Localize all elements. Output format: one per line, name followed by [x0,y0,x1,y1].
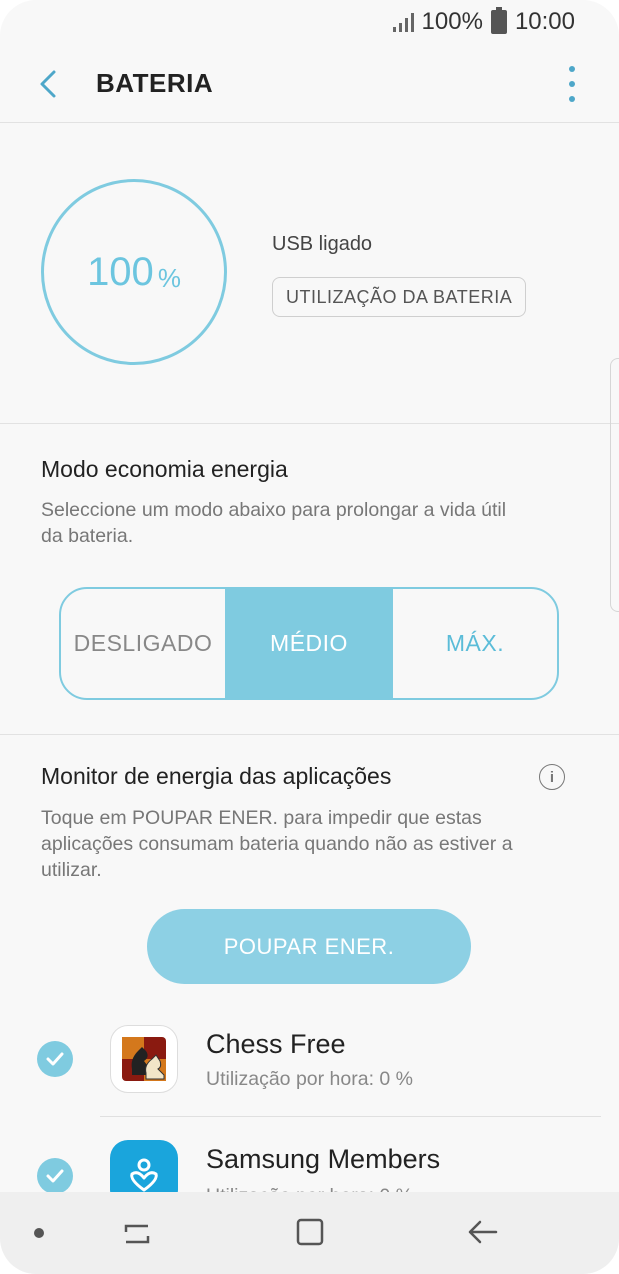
app-row[interactable]: Chess Free Utilização por hora: 0 % [0,1023,619,1139]
phone-screen: 100% 10:00 BATERIA 100 % USB ligado UTIL… [0,0,619,1274]
battery-percent: 100% [421,8,483,35]
power-saving-section: Modo economia energia Seleccione um modo… [0,424,619,735]
app-usage: Utilização por hora: 0 % [206,1068,414,1090]
clock: 10:00 [514,8,575,35]
row-divider [100,1116,601,1117]
battery-usage-button[interactable]: UTILIZAÇÃO DA BATERIA [272,277,527,317]
battery-level: 100 [87,249,154,294]
navigation-bar [0,1192,619,1274]
mode-medium-option[interactable]: MÉDIO [227,589,391,698]
battery-status-section: 100 % USB ligado UTILIZAÇÃO DA BATERIA [0,123,619,424]
battery-level-unit: % [157,262,181,293]
app-monitor-description: Toque em POUPAR ENER. para impedir que e… [41,807,513,881]
battery-level-ring: 100 % [41,179,227,365]
home-icon[interactable] [294,1216,326,1248]
chess-app-icon [110,1025,178,1093]
battery-icon [490,7,507,34]
power-mode-title: Modo economia energia [41,456,288,482]
power-mode-selector: DESLIGADO MÉDIO MÁX. [59,587,559,700]
back-nav-icon[interactable] [466,1216,500,1248]
back-button[interactable] [36,66,66,102]
app-name: Samsung Members [206,1144,441,1174]
more-options-icon[interactable] [567,66,577,102]
page-title: BATERIA [96,68,214,98]
signal-icon [392,12,414,32]
status-bar: 100% 10:00 [0,0,619,44]
mode-max-option[interactable]: MÁX. [391,589,557,698]
app-power-monitor-section: Monitor de energia das aplicações i Toqu… [0,735,619,1208]
info-icon[interactable]: i [539,764,565,790]
power-mode-description: Seleccione um modo abaixo para prolongar… [41,499,507,547]
mode-off-option[interactable]: DESLIGADO [61,589,227,698]
checkbox-checked-icon[interactable] [37,1158,73,1194]
app-name: Chess Free [206,1029,346,1059]
app-bar: BATERIA [0,44,619,123]
charging-status: USB ligado [272,233,373,255]
save-power-button[interactable]: POUPAR ENER. [147,909,471,984]
checkbox-checked-icon[interactable] [37,1041,73,1077]
back-arrow-icon [40,70,56,98]
app-monitor-title: Monitor de energia das aplicações [41,763,392,789]
dot-icon[interactable] [34,1228,44,1238]
recent-apps-icon[interactable] [122,1218,152,1248]
